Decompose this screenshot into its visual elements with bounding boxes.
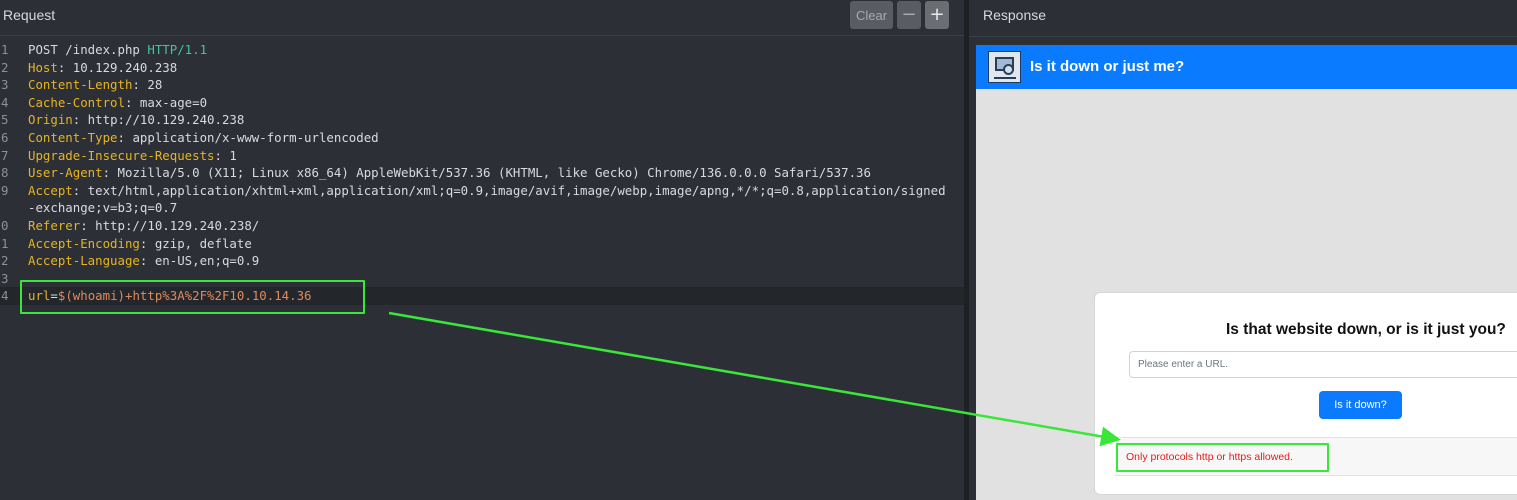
code-token: : 1 [214, 147, 237, 163]
card-heading: Is that website down, or is it just you? [1226, 321, 1506, 338]
line-number: 2 [1, 59, 9, 75]
request-header: Request Clear − + [0, 0, 964, 36]
code-line[interactable]: 4 Cache-Control: max-age=0 [0, 94, 964, 112]
code-line[interactable]: 3 Content-Length: 28 [0, 76, 964, 94]
line-number: 4 [1, 288, 9, 304]
line-number: 7 [1, 147, 9, 163]
code-token: : 28 [132, 77, 163, 93]
line-number: 3 [1, 270, 9, 286]
code-token: Referer [28, 217, 81, 233]
line-text: Accept-Encoding: gzip, deflate [28, 235, 252, 253]
code-token: POST /index.php [28, 42, 148, 57]
code-token: HTTP/1.1 [147, 42, 208, 57]
url-input[interactable] [1129, 351, 1517, 378]
code-token: : application/x-www-form-urlencoded [117, 129, 379, 145]
response-title: Response [983, 7, 1047, 23]
code-token: Content-Length [28, 77, 133, 93]
minus-button[interactable]: − [897, 1, 921, 29]
code-token: Content-Type [28, 129, 118, 145]
line-number: 8 [1, 165, 9, 181]
code-line[interactable]: 5 Origin: http://10.129.240.238 [0, 111, 964, 129]
code-line[interactable]: 2 Host: 10.129.240.238 [0, 59, 964, 77]
error-highlight-box [1116, 443, 1329, 472]
line-text: User-Agent: Mozilla/5.0 (X11; Linux x86_… [28, 164, 871, 182]
line-number: 9 [1, 182, 9, 198]
line-number: 4 [1, 94, 9, 110]
line-number: 5 [1, 112, 9, 128]
code-token: Accept-Language [28, 253, 140, 269]
code-token: : 10.129.240.238 [57, 59, 178, 75]
code-token: : text/html,application/xhtml+xml,applic… [72, 182, 946, 198]
code-token: -exchange;v=b3;q=0.7 [28, 200, 178, 216]
code-token: Accept [28, 182, 73, 198]
code-token: Accept-Encoding [28, 235, 140, 251]
request-title: Request [3, 7, 56, 23]
line-text: Content-Type: application/x-www-form-url… [28, 129, 379, 147]
line-number: 2 [1, 253, 9, 269]
code-token: Cache-Control [28, 94, 125, 110]
line-text: Referer: http://10.129.240.238/ [28, 217, 259, 235]
code-line[interactable]: 6 Content-Type: application/x-www-form-ur… [0, 129, 964, 147]
rendered-response: Is it down or just me? Is that website d… [976, 45, 1517, 500]
code-token: : gzip, deflate [139, 235, 252, 251]
line-number: 0 [1, 217, 9, 233]
request-pane: Request Clear − + 1 POST /index.php HTTP/… [0, 0, 964, 500]
line-text: Origin: http://10.129.240.238 [28, 111, 244, 129]
code-token: Origin [28, 112, 73, 128]
site-logo-icon [988, 51, 1021, 83]
request-editor[interactable]: 1 POST /index.php HTTP/1.1 2 Host: 10.129.2… [0, 41, 964, 305]
code-token: Host [28, 59, 58, 75]
code-line[interactable]: 7 Upgrade-Insecure-Requests: 1 [0, 147, 964, 165]
line-text: Accept-Language: en-US,en;q=0.9 [28, 252, 259, 270]
line-number: 6 [1, 129, 9, 145]
response-pane: Response Is it down or just me? Is that … [969, 0, 1517, 500]
plus-button[interactable]: + [925, 1, 949, 29]
line-number: 1 [1, 42, 9, 57]
site-title: Is it down or just me? [1030, 58, 1185, 75]
line-text: Accept: text/html,application/xhtml+xml,… [28, 182, 946, 200]
code-line[interactable]: -exchange;v=b3;q=0.7 [0, 199, 964, 217]
site-navbar: Is it down or just me? [976, 45, 1517, 89]
code-line[interactable]: 2 Accept-Language: en-US,en;q=0.9 [0, 252, 964, 270]
clear-button[interactable]: Clear [850, 1, 893, 29]
code-token: User-Agent [28, 165, 103, 181]
code-line[interactable]: 0 Referer: http://10.129.240.238/ [0, 217, 964, 235]
code-token: : max-age=0 [124, 94, 208, 110]
code-line[interactable]: 1 POST /index.php HTTP/1.1 [0, 41, 964, 59]
line-text: Content-Length: 28 [28, 76, 162, 94]
code-token: : en-US,en;q=0.9 [139, 253, 260, 269]
payload-highlight-box [20, 280, 365, 314]
line-number: 1 [1, 235, 9, 251]
code-line[interactable]: 1 Accept-Encoding: gzip, deflate [0, 235, 964, 253]
code-token: : http://10.129.240.238 [72, 112, 245, 128]
line-text: Upgrade-Insecure-Requests: 1 [28, 147, 237, 165]
line-text: POST /index.php HTTP/1.1 [28, 41, 207, 59]
is-it-down-button[interactable]: Is it down? [1319, 391, 1402, 419]
code-line[interactable]: 8 User-Agent: Mozilla/5.0 (X11; Linux x86… [0, 164, 964, 182]
code-token: Upgrade-Insecure-Requests [28, 147, 215, 163]
line-text: -exchange;v=b3;q=0.7 [28, 199, 177, 217]
line-number: 3 [1, 77, 9, 93]
line-text: Host: 10.129.240.238 [28, 59, 177, 77]
code-line[interactable]: 9 Accept: text/html,application/xhtml+xml… [0, 182, 964, 200]
code-token: : http://10.129.240.238/ [80, 217, 260, 233]
line-text: Cache-Control: max-age=0 [28, 94, 207, 112]
code-token: : Mozilla/5.0 (X11; Linux x86_64) AppleW… [102, 165, 871, 181]
